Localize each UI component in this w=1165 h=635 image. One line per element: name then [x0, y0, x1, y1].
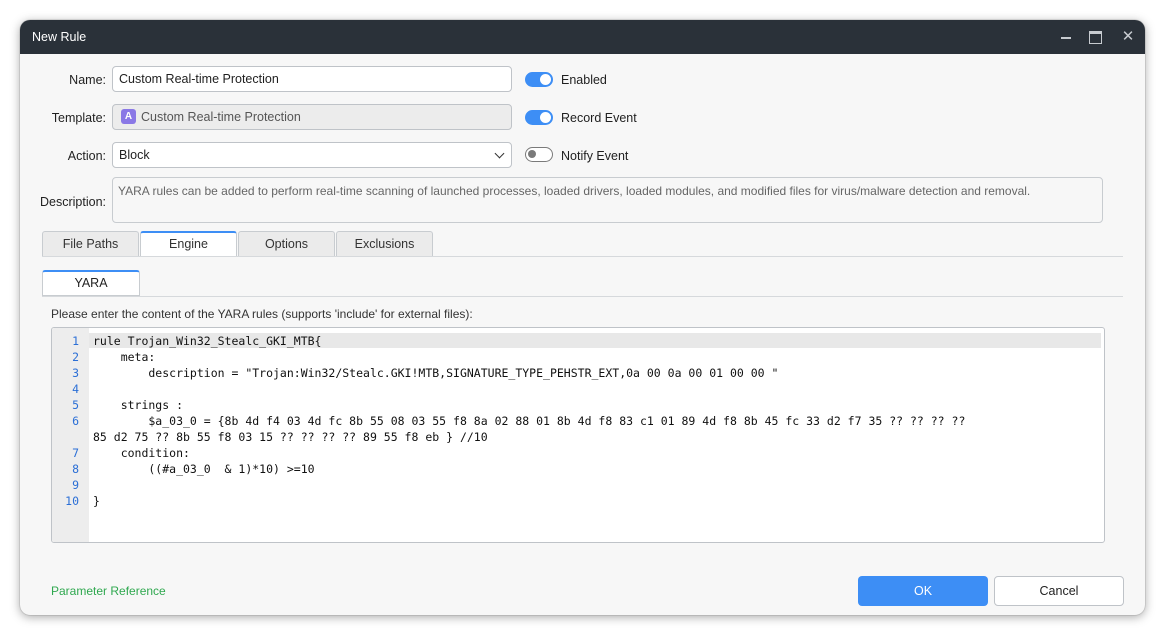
- record-event-toggle[interactable]: [525, 110, 553, 125]
- line-number: 3: [72, 366, 79, 380]
- enabled-toggle[interactable]: [525, 72, 553, 87]
- code-line: condition:: [93, 446, 190, 460]
- line-number: 1: [72, 334, 79, 348]
- enabled-label: Enabled: [561, 73, 607, 87]
- notify-event-label: Notify Event: [561, 149, 629, 163]
- close-icon[interactable]: ✕: [1119, 28, 1137, 46]
- code-line: }: [93, 494, 100, 508]
- record-event-label: Record Event: [561, 111, 637, 125]
- tab-file-paths[interactable]: File Paths: [42, 231, 139, 256]
- description-label: Description:: [40, 195, 106, 209]
- maximize-icon[interactable]: [1086, 28, 1104, 46]
- action-label: Action:: [67, 149, 106, 163]
- template-icon: A: [121, 109, 136, 124]
- subtab-yara[interactable]: YARA: [42, 270, 140, 296]
- notify-event-toggle[interactable]: [525, 147, 553, 162]
- parameter-reference-link[interactable]: Parameter Reference: [51, 584, 166, 598]
- template-label: Template:: [51, 111, 106, 125]
- window-title: New Rule: [32, 30, 87, 44]
- title-bar: New Rule ✕: [20, 20, 1145, 54]
- code-line: 85 d2 75 ?? 8b 55 f8 03 15 ?? ?? ?? ?? 8…: [93, 430, 488, 444]
- line-number: 8: [72, 462, 79, 476]
- template-value: Custom Real-time Protection: [141, 110, 301, 124]
- code-line: $a_03_0 = {8b 4d f4 03 4d fc 8b 55 08 03…: [93, 414, 966, 428]
- minimize-icon[interactable]: [1057, 28, 1075, 46]
- line-number: 2: [72, 350, 79, 364]
- description-textarea[interactable]: YARA rules can be added to perform real-…: [112, 177, 1103, 223]
- code-line: ((#a_03_0 & 1)*10) >=10: [93, 462, 315, 476]
- yara-code-editor[interactable]: rule Trojan_Win32_Stealc_GKI_MTB{ meta: …: [51, 327, 1105, 543]
- editor-hint: Please enter the content of the YARA rul…: [51, 307, 473, 321]
- line-number: 5: [72, 398, 79, 412]
- code-line: description = "Trojan:Win32/Stealc.GKI!M…: [93, 366, 779, 380]
- line-number: 7: [72, 446, 79, 460]
- name-input[interactable]: Custom Real-time Protection: [112, 66, 512, 92]
- chevron-down-icon: [494, 148, 505, 159]
- new-rule-dialog: New Rule ✕ Name: Custom Real-time Protec…: [20, 20, 1145, 615]
- cancel-button[interactable]: Cancel: [994, 576, 1124, 606]
- code-line: rule Trojan_Win32_Stealc_GKI_MTB{: [93, 334, 322, 348]
- tab-engine[interactable]: Engine: [140, 231, 237, 256]
- line-number: 9: [72, 478, 79, 492]
- ok-button[interactable]: OK: [858, 576, 988, 606]
- line-number: 4: [72, 382, 79, 396]
- subtab-divider: [42, 296, 1123, 297]
- action-select[interactable]: Block: [112, 142, 512, 168]
- action-value: Block: [119, 148, 150, 162]
- code-line: strings :: [93, 398, 184, 412]
- name-label: Name:: [69, 73, 106, 87]
- line-number: 6: [72, 414, 79, 428]
- tab-divider: [42, 256, 1123, 257]
- tab-options[interactable]: Options: [238, 231, 335, 256]
- line-number: 10: [65, 494, 79, 508]
- template-field: A Custom Real-time Protection: [112, 104, 512, 130]
- tab-exclusions[interactable]: Exclusions: [336, 231, 433, 256]
- code-line: meta:: [93, 350, 156, 364]
